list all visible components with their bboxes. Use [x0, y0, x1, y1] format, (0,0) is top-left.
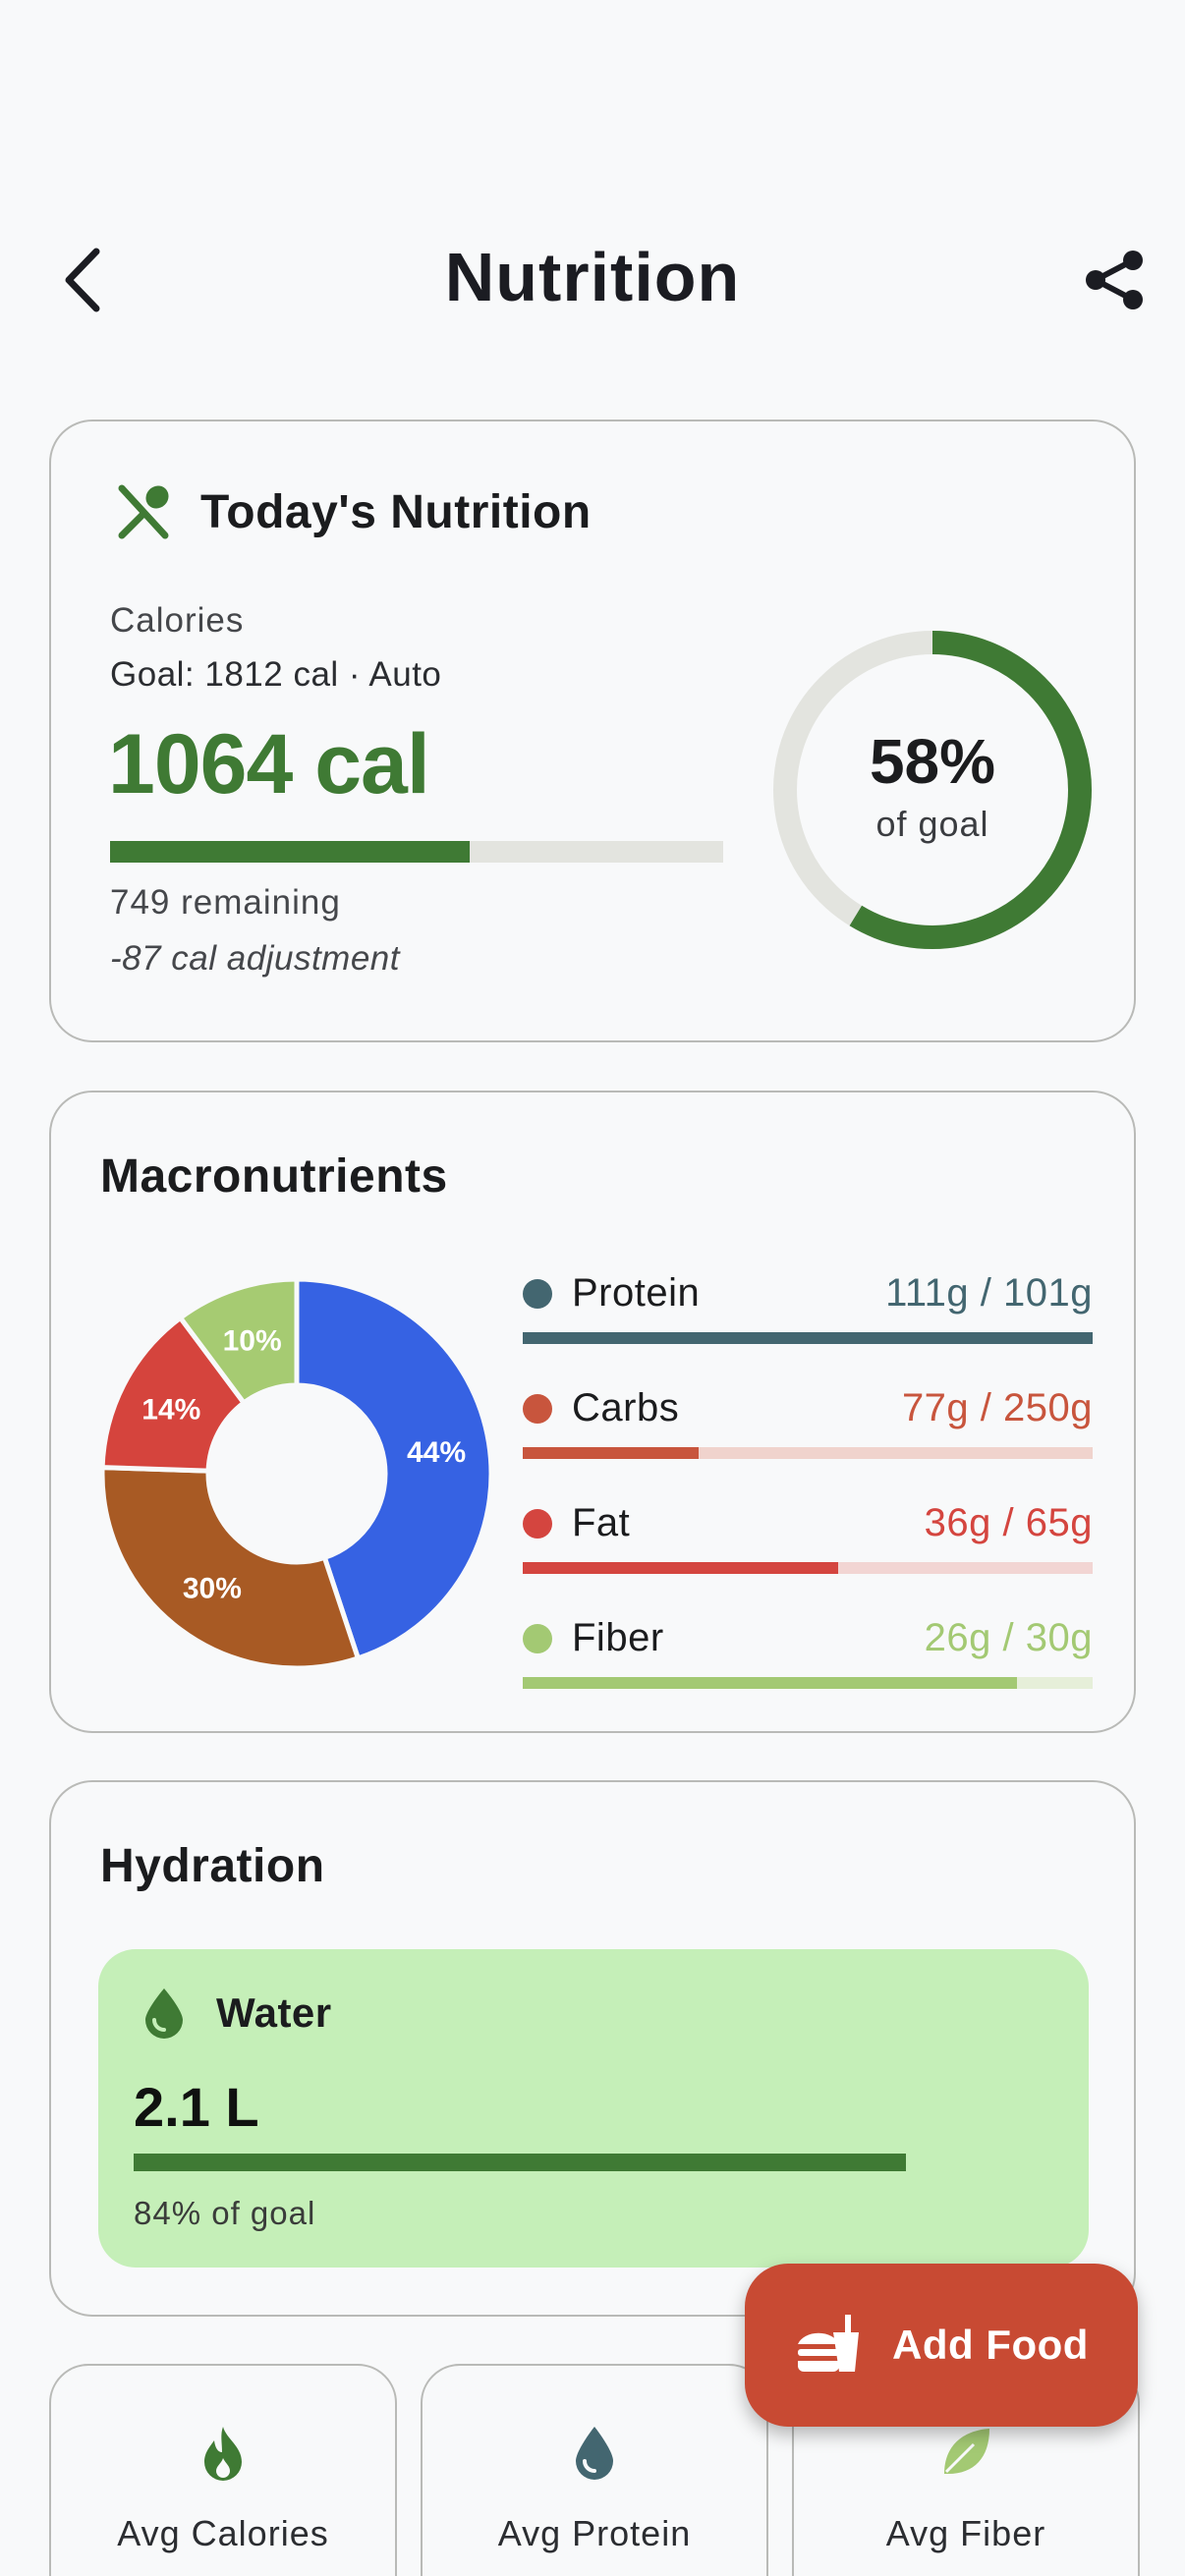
macro-name: Fat — [572, 1501, 631, 1544]
todays-nutrition-title: Today's Nutrition — [200, 485, 592, 538]
macro-track — [523, 1332, 1093, 1344]
macro-fill — [523, 1562, 839, 1574]
stat-label: Avg Fiber — [885, 2513, 1046, 2553]
water-drop-icon — [576, 2427, 613, 2480]
water-drop-icon — [145, 1988, 183, 2039]
stat-label: Avg Protein — [497, 2513, 692, 2553]
macronutrients-title: Macronutrients — [100, 1150, 448, 1203]
macro-name: Carbs — [572, 1386, 680, 1429]
water-panel[interactable]: Water 2.1 L 84% of goal — [98, 1949, 1089, 2268]
water-value: 2.1 L — [134, 2076, 259, 2138]
pie-slice-carbs — [99, 1465, 362, 1671]
pie-label-fat: 14% — [141, 1393, 200, 1426]
flame-icon — [204, 2427, 242, 2481]
fast-food-icon — [798, 2315, 860, 2372]
leaf-icon — [944, 2429, 989, 2474]
macro-amount: 111g / 101g — [885, 1271, 1093, 1315]
macro-track — [523, 1447, 1093, 1459]
todays-nutrition-header: Today's Nutrition — [114, 482, 592, 541]
calories-adjustment: -87 cal adjustment — [110, 939, 400, 978]
pie-label-fiber: 10% — [223, 1324, 282, 1357]
app-bar: Nutrition — [0, 196, 1185, 364]
macronutrient-donut-chart: 44% 30% 14% 10% — [99, 1276, 494, 1671]
calories-progress-bar — [110, 841, 723, 863]
stat-tile-avg-protein[interactable]: Avg Protein — [421, 2364, 768, 2576]
macro-track — [523, 1562, 1093, 1574]
macro-row-protein: Protein 111g / 101g — [523, 1271, 1093, 1350]
page-title: Nutrition — [444, 239, 741, 315]
goal-percent: 58% — [869, 726, 996, 797]
pie-label-protein: 44% — [407, 1436, 466, 1469]
share-button[interactable] — [1071, 236, 1159, 324]
macronutrients-card: Macronutrients 44% 30% 14% 10% Protein 111g… — [49, 1091, 1136, 1733]
macro-fill — [523, 1332, 1093, 1344]
water-progress-fill — [134, 2154, 907, 2171]
macro-dot — [523, 1624, 552, 1653]
water-percent: 84% of goal — [134, 2195, 316, 2231]
calories-value: 1064 cal — [108, 717, 430, 812]
calories-progress-fill — [110, 841, 471, 863]
goal-ring-text: 58% of goal — [770, 628, 1095, 952]
water-label: Water — [216, 1989, 332, 2036]
share-icon — [1086, 251, 1143, 309]
macro-dot — [523, 1279, 552, 1309]
utensils-icon — [118, 484, 169, 539]
macro-row-fiber: Fiber 26g / 30g — [523, 1616, 1093, 1695]
stat-tile-avg-calories[interactable]: Avg Calories — [49, 2364, 397, 2576]
stat-label: Avg Calories — [117, 2513, 329, 2553]
macro-amount: 26g / 30g — [924, 1616, 1093, 1659]
add-food-button[interactable]: Add Food — [745, 2264, 1138, 2427]
macro-dot — [523, 1509, 552, 1539]
water-header: Water — [141, 1987, 332, 2040]
water-progress-bar — [134, 2154, 907, 2171]
todays-nutrition-card: Today's Nutrition Calories Goal: 1812 ca… — [49, 420, 1136, 1042]
calories-remaining: 749 remaining — [110, 883, 341, 922]
macro-fill — [523, 1447, 699, 1459]
add-food-label: Add Food — [892, 2322, 1089, 2368]
macro-fill — [523, 1677, 1017, 1689]
hydration-card: Hydration Water 2.1 L 84% of goal — [49, 1780, 1136, 2317]
macro-track — [523, 1677, 1093, 1689]
goal-caption: of goal — [875, 804, 989, 844]
macro-name: Protein — [572, 1271, 701, 1315]
macro-amount: 36g / 65g — [924, 1501, 1093, 1544]
macro-amount: 77g / 250g — [901, 1386, 1093, 1429]
hydration-title: Hydration — [100, 1840, 325, 1892]
calories-label: Calories — [110, 601, 245, 640]
pie-label-carbs: 30% — [183, 1572, 242, 1604]
macro-dot — [523, 1394, 552, 1424]
macro-row-fat: Fat 36g / 65g — [523, 1501, 1093, 1580]
macro-row-carbs: Carbs 77g / 250g — [523, 1386, 1093, 1465]
macro-name: Fiber — [572, 1616, 664, 1659]
calories-goal: Goal: 1812 cal · Auto — [110, 655, 442, 694]
